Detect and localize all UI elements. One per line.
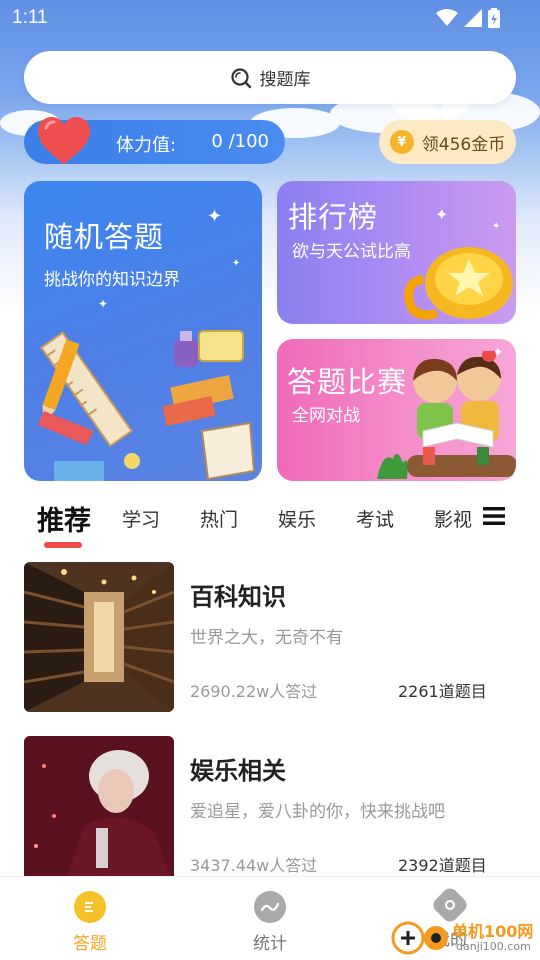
site-watermark: 单机100网 danji100.com [390,916,540,960]
stationery-illustration-icon [38,330,256,481]
watermark-url: danji100.com [456,940,531,953]
signal-icon [464,9,482,27]
stamina-label: 体力值: [116,135,177,156]
quiz-contest-subtitle: 全网对战 [292,406,360,426]
wifi-icon [436,9,458,26]
coin-icon: ¥ [389,130,414,154]
stamina-bar: 体力值: 0 /100 [24,117,285,164]
battery-icon [488,8,500,28]
item-answer-count: 2690.22w人答过 [190,682,318,701]
nav-stats[interactable]: 统计 [230,891,310,954]
singer-thumbnail [24,736,174,886]
tab-exam[interactable]: 考试 [356,505,394,532]
search-label: 搜题库 [259,70,311,90]
nav-quiz-label: 答题 [73,934,107,954]
sparkle-icon: ✦ [98,297,109,311]
stats-icon [254,891,286,923]
tab-study[interactable]: 学习 [122,505,160,532]
heart-icon [38,117,90,164]
list-item[interactable]: 百科知识 世界之大，无奇不有 2690.22w人答过 2261道题目 [24,562,516,712]
leaderboard-subtitle: 欲与天公试比高 [292,242,411,262]
tab-entertainment[interactable]: 娱乐 [278,505,316,532]
leaderboard-title: 排行榜 [288,200,379,234]
item-title: 百科知识 [190,583,286,611]
random-quiz-subtitle: 挑战你的知识边界 [44,270,180,290]
nav-stats-label: 统计 [253,934,287,954]
sparkle-icon: ✦ [232,258,241,269]
item-question-count: 2392道题目 [398,856,487,875]
sparkle-icon: ✦ [492,221,501,232]
claim-coins-button[interactable]: ¥ 领456金币 [379,120,516,164]
item-description: 爱追星，爱八卦的你，快来挑战吧 [190,802,445,822]
item-title: 娱乐相关 [190,757,286,785]
claim-coins-label: 领456金币 [421,134,506,155]
status-time: 1:11 [12,7,48,28]
quiz-contest-card[interactable]: 答题比赛 全网对战 ✦ [277,339,516,481]
menu-icon[interactable] [483,506,505,526]
tab-recommend[interactable]: 推荐 [37,499,91,538]
active-tab-indicator [44,542,82,548]
item-description: 世界之大，无奇不有 [190,628,343,648]
nav-quiz[interactable]: 答题 [50,891,130,954]
watermark-logo-icon [391,921,448,955]
random-quiz-card[interactable]: 随机答题 挑战你的知识边界 ✦ ✦ ✦ [24,181,262,481]
quiz-icon [74,891,106,923]
trophy-icon [404,247,513,320]
status-bar: 1:11 [0,0,540,36]
sparkle-icon: ✦ [207,206,223,227]
status-icons [436,8,500,28]
kids-reading-illustration-icon [377,351,516,479]
random-quiz-title: 随机答题 [44,220,165,254]
tab-popular[interactable]: 热门 [200,505,238,532]
watermark-text: 单机100网 [452,922,534,941]
tab-film[interactable]: 影视 [434,505,472,532]
list-item[interactable]: 娱乐相关 爱追星，爱八卦的你，快来挑战吧 3437.44w人答过 2392道题目 [24,736,516,886]
item-answer-count: 3437.44w人答过 [190,856,318,875]
leaderboard-card[interactable]: 排行榜 欲与天公试比高 ✦ ✦ [277,181,516,324]
sparkle-icon: ✦ [435,205,449,224]
library-thumbnail [24,562,174,712]
search-bar[interactable]: 搜题库 [24,51,516,104]
item-question-count: 2261道题目 [398,682,487,701]
stamina-value: 0 /100 [211,131,269,152]
search-icon [230,67,251,88]
